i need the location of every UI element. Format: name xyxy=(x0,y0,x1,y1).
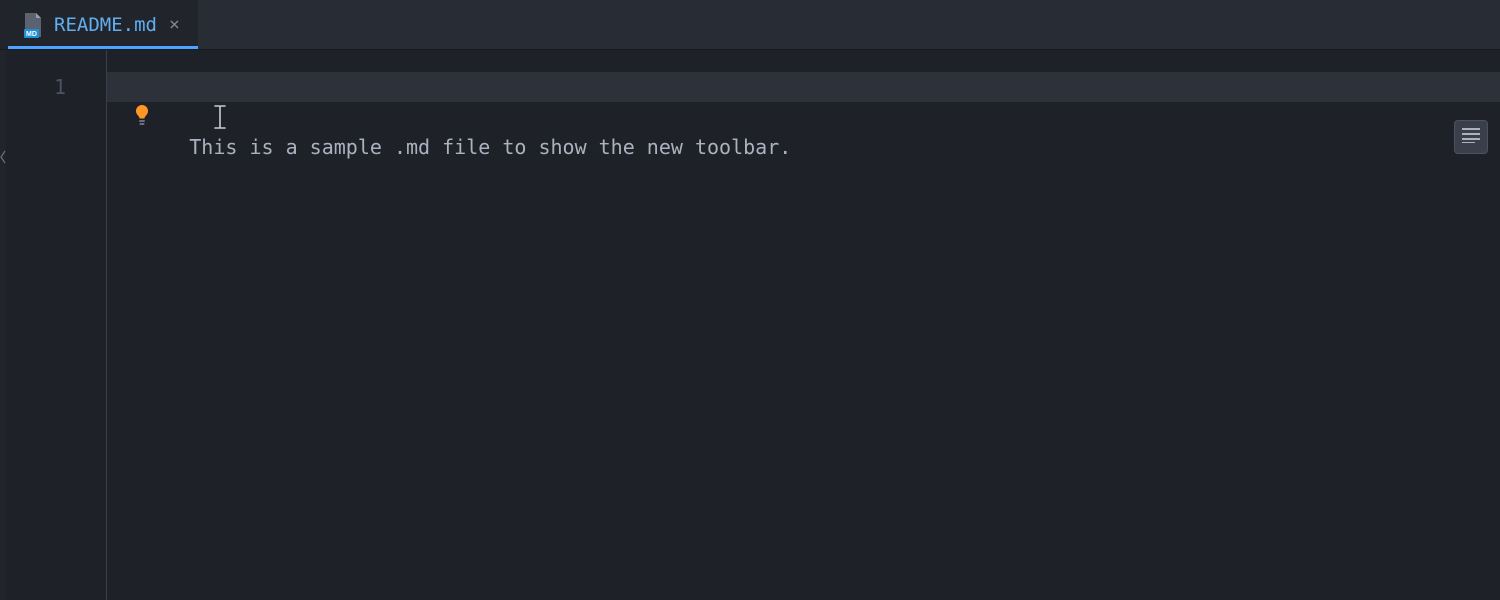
editor: 1 This is a sample .md file to show the … xyxy=(0,50,1500,600)
markdown-file-icon: MD xyxy=(18,11,46,39)
code-line-1[interactable]: This is a sample .md file to show the ne… xyxy=(107,72,1500,102)
lightbulb-icon[interactable] xyxy=(133,104,151,131)
soft-wrap-button[interactable] xyxy=(1454,120,1488,154)
tab-active-indicator xyxy=(8,46,198,49)
line-number-gutter[interactable]: 1 xyxy=(6,50,106,600)
intention-bulb-row xyxy=(107,102,1500,132)
line-number-1[interactable]: 1 xyxy=(6,72,66,102)
tab-bar: MD README.md × xyxy=(0,0,1500,50)
svg-text:MD: MD xyxy=(26,31,37,38)
menu-lines-icon xyxy=(1461,127,1481,147)
tab-bar-empty-area[interactable] xyxy=(198,0,1500,49)
tab-bar-leading-spacer xyxy=(0,0,8,49)
tab-filename: README.md xyxy=(54,14,157,36)
code-line-1-text: This is a sample .md file to show the ne… xyxy=(189,135,791,159)
close-icon[interactable]: × xyxy=(165,14,184,36)
tab-readme[interactable]: MD README.md × xyxy=(8,0,198,49)
code-area[interactable]: This is a sample .md file to show the ne… xyxy=(106,50,1500,600)
